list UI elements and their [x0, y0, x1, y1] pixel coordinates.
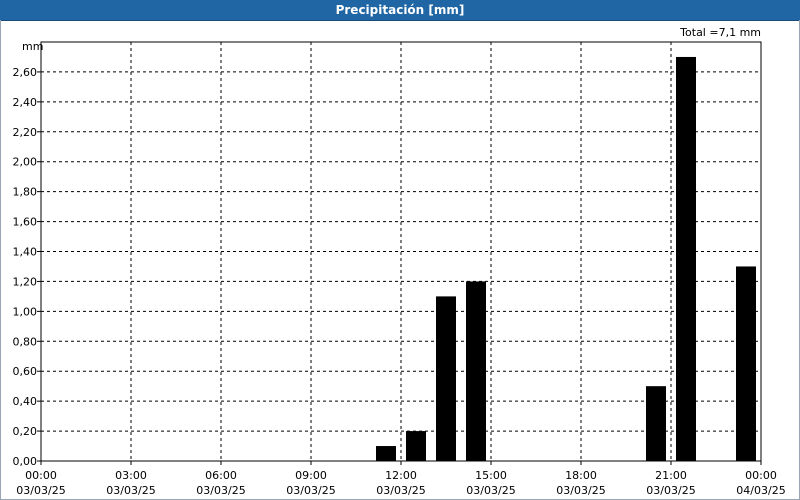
- y-tick-label: 2,20: [13, 126, 38, 139]
- x-tick-time: 15:00: [475, 469, 507, 482]
- x-tick-time: 21:00: [655, 469, 687, 482]
- y-tick-label: 0,00: [13, 455, 38, 468]
- bar: [736, 266, 756, 461]
- bar: [406, 431, 426, 461]
- bar: [436, 296, 456, 461]
- y-axis-label: mm: [22, 40, 43, 53]
- bar: [646, 386, 666, 461]
- y-tick-label: 2,40: [13, 96, 38, 109]
- y-tick-label: 2,60: [13, 66, 38, 79]
- y-tick-label: 0,40: [13, 395, 38, 408]
- x-tick-time: 12:00: [385, 469, 417, 482]
- x-tick-date: 03/03/25: [466, 484, 515, 497]
- y-tick-label: 1,80: [13, 186, 38, 199]
- y-tick-label: 0,60: [13, 365, 38, 378]
- precipitation-chart: 0,00 0,20 0,40 0,60 0,80 1,00 1,20 1,40 1,60 1,80…: [13, 26, 786, 497]
- x-tick-date: 04/03/25: [736, 484, 785, 497]
- x-tick-time: 06:00: [205, 469, 237, 482]
- x-tick-date: 03/03/25: [556, 484, 605, 497]
- x-tick-date: 03/03/25: [646, 484, 695, 497]
- x-tick-time: 00:00: [745, 469, 777, 482]
- y-tick-label: 1,40: [13, 246, 38, 259]
- x-tick-time: 18:00: [565, 469, 597, 482]
- y-tick-label: 2,00: [13, 156, 38, 169]
- y-tick-label: 1,20: [13, 275, 38, 288]
- y-tick-label: 0,20: [13, 425, 38, 438]
- y-axis-ticks: 0,00 0,20 0,40 0,60 0,80 1,00 1,20 1,40 1,60 1,80…: [13, 66, 41, 468]
- x-tick-date: 03/03/25: [16, 484, 65, 497]
- x-tick-date: 03/03/25: [286, 484, 335, 497]
- bar-series: [376, 56, 756, 461]
- x-tick-time: 03:00: [115, 469, 147, 482]
- y-tick-label: 0,80: [13, 335, 38, 348]
- x-tick-time: 09:00: [295, 469, 327, 482]
- x-tick-time: 00:00: [25, 469, 57, 482]
- bar: [676, 56, 696, 461]
- x-tick-date: 03/03/25: [376, 484, 425, 497]
- y-tick-label: 1,00: [13, 305, 38, 318]
- x-tick-date: 03/03/25: [106, 484, 155, 497]
- bar: [376, 446, 396, 461]
- y-tick-label: 1,60: [13, 216, 38, 229]
- bar: [466, 281, 486, 461]
- x-axis-ticks: 00:00 03/03/25 03:00 03/03/25 06:00 03/03/25 0…: [16, 461, 786, 497]
- x-tick-date: 03/03/25: [196, 484, 245, 497]
- total-label: Total =7,1 mm: [679, 26, 761, 39]
